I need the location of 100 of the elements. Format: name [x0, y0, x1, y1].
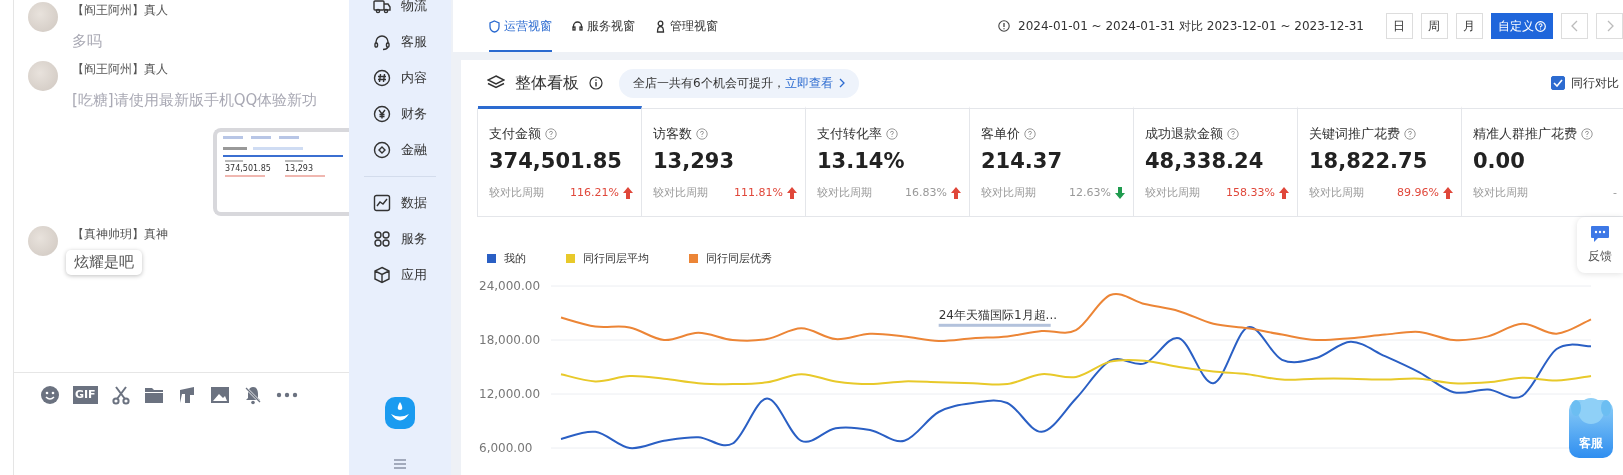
metric-value: 214.37	[981, 149, 1064, 173]
change-value: 116.21%	[570, 186, 619, 199]
help-icon[interactable]	[886, 128, 898, 140]
message-bubble: 炫耀是吧	[66, 250, 142, 275]
metric-card[interactable]: 客单价 214.37 较对比周期 12.63%	[970, 106, 1134, 216]
sidebar-item[interactable]: 内容	[373, 60, 427, 96]
avatar	[28, 226, 58, 256]
preview-value: 13,293	[285, 164, 314, 173]
metric-label: 关键词推广花费	[1309, 125, 1400, 143]
more-icon[interactable]	[275, 392, 298, 398]
compare-label: 较对比周期	[489, 185, 545, 200]
help-icon[interactable]	[1404, 128, 1416, 140]
headset-icon	[572, 19, 583, 33]
view-tab[interactable]: 运营视窗	[489, 0, 552, 52]
metric-card[interactable]: 精准人群推广花费 0.00 较对比周期 -	[1462, 106, 1623, 216]
compare-label: 较对比周期	[1309, 185, 1365, 200]
message-text: [吃糖]请使用最新版手机QQ体验新功	[72, 91, 318, 110]
axis-label: 18,000.00	[479, 333, 541, 347]
metric-card[interactable]: 访客数 13,293 较对比周期 111.81%	[642, 106, 806, 216]
gif-button[interactable]: GIF	[73, 386, 98, 404]
change-value: 158.33%	[1226, 186, 1275, 199]
metric-card[interactable]: 支付金额 374,501.85 较对比周期 116.21%	[478, 106, 642, 216]
peer-compare-checkbox[interactable]: 同行对比	[1551, 74, 1619, 92]
help-icon	[1535, 20, 1546, 32]
help-icon[interactable]	[545, 128, 557, 140]
sidebar-item[interactable]: 服务	[373, 221, 427, 257]
checkmark-icon	[1553, 79, 1563, 87]
axis-label: 6,000.00	[479, 441, 533, 455]
period-button[interactable]: 月	[1456, 13, 1483, 39]
change-value: -	[1613, 186, 1617, 199]
yen-icon	[373, 105, 391, 123]
metric-label: 支付转化率	[817, 125, 882, 143]
scissors-icon[interactable]	[110, 385, 131, 405]
preview-value: 374,501.85	[225, 164, 272, 173]
sidebar-item[interactable]: 金融	[373, 132, 427, 168]
period-button[interactable]: 日	[1386, 13, 1413, 39]
avatar	[28, 61, 58, 91]
feedback-button[interactable]: 反馈	[1577, 217, 1623, 273]
legend-label[interactable]: 同行同层平均	[583, 251, 649, 266]
annotation-label[interactable]: 24年天猫国际1月超...	[938, 307, 1058, 327]
cube-icon	[373, 266, 391, 284]
chevron-right-icon	[838, 78, 845, 88]
bell-off-icon[interactable]	[242, 385, 263, 405]
view-now-link[interactable]: 立即查看	[784, 74, 833, 92]
compare-label: 较对比周期	[653, 185, 709, 200]
metric-label: 成功退款金额	[1145, 125, 1223, 143]
compare-label: 较对比周期	[817, 185, 873, 200]
info-icon[interactable]	[589, 76, 603, 90]
metric-value: 48,338.24	[1145, 149, 1265, 173]
metric-label: 精准人群推广花费	[1473, 125, 1577, 143]
metric-label: 支付金额	[489, 125, 541, 143]
image-preview[interactable]: 374,501.85 13,293	[213, 128, 349, 216]
help-icon[interactable]	[696, 128, 708, 140]
help-icon[interactable]	[1227, 128, 1239, 140]
headset-icon	[373, 33, 391, 51]
metric-label: 客单价	[981, 125, 1020, 143]
target-icon	[373, 141, 391, 159]
metric-card[interactable]: 关键词推广花费 18,822.75 较对比周期 89.96%	[1298, 106, 1462, 216]
change-value: 12.63%	[1069, 186, 1111, 199]
metric-card[interactable]: 成功退款金额 48,338.24 较对比周期 158.33%	[1134, 106, 1298, 216]
sidebar-item[interactable]: 客服	[373, 24, 427, 60]
board-title: 整体看板	[515, 72, 579, 94]
period-button[interactable]: 周	[1421, 13, 1448, 39]
emoji-icon[interactable]	[40, 385, 60, 405]
view-tab[interactable]: 服务视窗	[572, 0, 635, 52]
metric-value: 0.00	[1473, 149, 1526, 173]
legend-label[interactable]: 我的	[504, 251, 526, 266]
truck-icon	[373, 0, 391, 15]
view-tab[interactable]: 管理视窗	[655, 0, 718, 52]
help-icon[interactable]	[1581, 128, 1593, 140]
change-value: 89.96%	[1397, 186, 1439, 199]
app-logo-icon[interactable]	[385, 397, 415, 429]
folder-icon[interactable]	[143, 386, 164, 404]
notice-text: 全店一共有6个机会可提升，	[633, 74, 785, 92]
metric-card[interactable]: 支付转化率 13.14% 较对比周期 16.83%	[806, 106, 970, 216]
metric-value: 13,293	[653, 149, 736, 173]
menu-icon[interactable]	[394, 459, 406, 469]
grid-icon	[373, 230, 391, 248]
change-value: 111.81%	[734, 186, 783, 199]
chart-icon	[373, 194, 391, 212]
message-text: 多吗	[72, 32, 102, 51]
metric-value: 374,501.85	[489, 149, 623, 173]
change-value: 16.83%	[905, 186, 947, 199]
sender-name: 【阎王阿州】真人	[72, 61, 168, 77]
date-range[interactable]: 2024-01-01 ~ 2024-01-31 对比 2023-12-01 ~ 2023-12-31	[1018, 17, 1364, 35]
chevron-right-icon	[1605, 20, 1614, 32]
legend-label[interactable]: 同行同层优秀	[706, 251, 772, 266]
sidebar-item[interactable]: 应用	[373, 257, 427, 293]
shield-icon	[489, 19, 500, 33]
sidebar-item[interactable]: 数据	[373, 185, 427, 221]
metric-value: 13.14%	[817, 149, 906, 173]
sidebar-item[interactable]: 财务	[373, 96, 427, 132]
avatar	[28, 2, 58, 32]
sender-name: 【真神帅玥】真神	[72, 226, 168, 242]
compare-label: 较对比周期	[1473, 185, 1529, 200]
period-button[interactable]: 自定义	[1491, 13, 1553, 39]
annotation: 24年天猫国际1月超...	[938, 307, 1058, 322]
image-icon[interactable]	[209, 386, 230, 404]
hash-icon	[373, 69, 391, 87]
help-icon[interactable]	[1024, 128, 1036, 140]
